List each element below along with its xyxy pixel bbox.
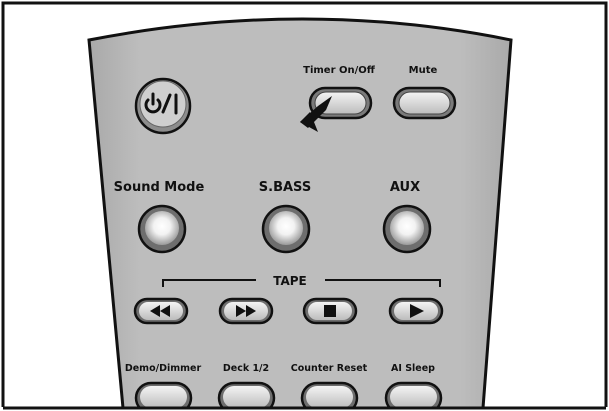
sound-mode-button[interactable] bbox=[137, 204, 187, 254]
deck-label: Deck 1/2 bbox=[223, 363, 269, 374]
fast-forward-button[interactable] bbox=[218, 297, 274, 325]
stop-icon bbox=[324, 305, 336, 317]
ai-sleep-label: AI Sleep bbox=[391, 363, 435, 374]
remote-svg: Timer On/Off Mute Sound Mode S.BASS AUX … bbox=[0, 1, 609, 411]
counter-reset-label: Counter Reset bbox=[291, 363, 368, 374]
play-button[interactable] bbox=[388, 297, 444, 325]
remote-illustration: Timer On/Off Mute Sound Mode S.BASS AUX … bbox=[0, 0, 609, 411]
aux-label: AUX bbox=[390, 180, 420, 195]
mute-label: Mute bbox=[409, 65, 438, 76]
aux-button[interactable] bbox=[382, 204, 432, 254]
tape-label: TAPE bbox=[273, 274, 307, 288]
mute-button[interactable] bbox=[392, 86, 457, 120]
rewind-button[interactable] bbox=[133, 297, 189, 325]
demo-dimmer-label: Demo/Dimmer bbox=[125, 363, 202, 374]
power-button[interactable] bbox=[134, 77, 192, 135]
sbass-label: S.BASS bbox=[259, 180, 311, 195]
sbass-button[interactable] bbox=[261, 204, 311, 254]
stop-button[interactable] bbox=[302, 297, 358, 325]
sound-mode-label: Sound Mode bbox=[114, 180, 205, 195]
timer-label: Timer On/Off bbox=[303, 65, 376, 76]
